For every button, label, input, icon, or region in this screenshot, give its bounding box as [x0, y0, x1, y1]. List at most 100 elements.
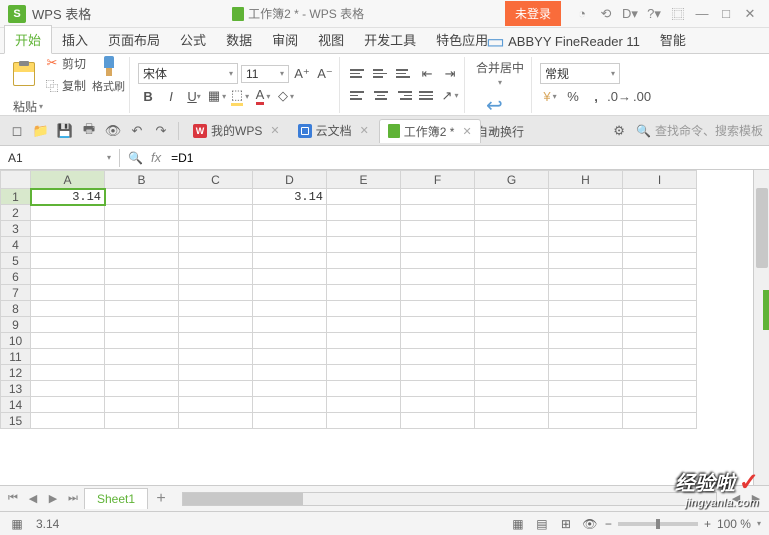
sheet-nav-last-icon[interactable]: ⏭ — [64, 490, 82, 508]
cell-C7[interactable] — [179, 285, 253, 301]
namebox-dropdown-icon[interactable]: ▾ — [107, 153, 111, 162]
cell-B13[interactable] — [105, 381, 179, 397]
open-icon[interactable]: 📁 — [30, 120, 52, 142]
cell-H9[interactable] — [549, 317, 623, 333]
column-header-G[interactable]: G — [475, 171, 549, 189]
undo-icon[interactable]: ↶ — [126, 120, 148, 142]
row-header-4[interactable]: 4 — [1, 237, 31, 253]
cell-F3[interactable] — [401, 221, 475, 237]
cell-E12[interactable] — [327, 365, 401, 381]
cell-B14[interactable] — [105, 397, 179, 413]
increase-decimal-icon[interactable]: .0→ — [609, 86, 629, 106]
print-icon[interactable]: 🖶 — [78, 120, 100, 142]
comma-button[interactable]: , — [586, 86, 606, 106]
cell-G4[interactable] — [475, 237, 549, 253]
add-sheet-icon[interactable]: + — [150, 488, 172, 510]
sheet-tab-active[interactable]: Sheet1 — [84, 488, 148, 509]
row-header-10[interactable]: 10 — [1, 333, 31, 349]
sync-icon[interactable]: ⟲ — [595, 3, 617, 25]
cell-H13[interactable] — [549, 381, 623, 397]
cell-E8[interactable] — [327, 301, 401, 317]
cell-D14[interactable] — [253, 397, 327, 413]
align-left-icon[interactable] — [348, 86, 368, 106]
cell-C1[interactable] — [179, 189, 253, 205]
cell-B3[interactable] — [105, 221, 179, 237]
cell-G8[interactable] — [475, 301, 549, 317]
name-box[interactable]: A1 ▾ — [0, 149, 120, 167]
cell-B10[interactable] — [105, 333, 179, 349]
sheet-nav-prev-icon[interactable]: ◀ — [24, 490, 42, 508]
cut-button[interactable]: ✂剪切 — [41, 53, 89, 74]
cell-style-button[interactable]: ◇ — [276, 86, 296, 106]
spreadsheet-grid[interactable]: ABCDEFGHI13.143.1423456789101112131415 — [0, 170, 769, 485]
cell-F11[interactable] — [401, 349, 475, 365]
cell-H11[interactable] — [549, 349, 623, 365]
cell-H6[interactable] — [549, 269, 623, 285]
menu-review[interactable]: 审阅 — [262, 26, 308, 53]
decrease-font-icon[interactable]: A⁻ — [315, 64, 335, 84]
cell-A5[interactable] — [31, 253, 105, 269]
cell-F13[interactable] — [401, 381, 475, 397]
view-break-icon[interactable]: ⊞ — [557, 515, 575, 533]
cell-G12[interactable] — [475, 365, 549, 381]
cell-F2[interactable] — [401, 205, 475, 221]
cell-A11[interactable] — [31, 349, 105, 365]
cell-D4[interactable] — [253, 237, 327, 253]
formula-input[interactable] — [169, 149, 569, 167]
close-tab-icon[interactable]: ✕ — [462, 125, 471, 138]
paste-button[interactable] — [10, 60, 38, 88]
menu-start[interactable]: 开始 — [4, 25, 52, 54]
row-header-7[interactable]: 7 — [1, 285, 31, 301]
cell-A2[interactable] — [31, 205, 105, 221]
menu-data[interactable]: 数据 — [216, 26, 262, 53]
cell-C9[interactable] — [179, 317, 253, 333]
align-justify-icon[interactable] — [417, 86, 437, 106]
cell-G6[interactable] — [475, 269, 549, 285]
cell-H10[interactable] — [549, 333, 623, 349]
column-header-A[interactable]: A — [31, 171, 105, 189]
cell-D5[interactable] — [253, 253, 327, 269]
help-icon[interactable]: ?▾ — [643, 3, 665, 25]
cell-I9[interactable] — [623, 317, 697, 333]
increase-indent-icon[interactable]: ⇥ — [440, 64, 460, 84]
cell-A3[interactable] — [31, 221, 105, 237]
cell-I12[interactable] — [623, 365, 697, 381]
cell-C8[interactable] — [179, 301, 253, 317]
view-page-icon[interactable]: ▤ — [533, 515, 551, 533]
cell-E3[interactable] — [327, 221, 401, 237]
status-sheet-icon[interactable]: ▦ — [8, 515, 26, 533]
cell-E10[interactable] — [327, 333, 401, 349]
cell-G11[interactable] — [475, 349, 549, 365]
zoom-slider[interactable] — [618, 522, 698, 526]
cell-I13[interactable] — [623, 381, 697, 397]
row-header-9[interactable]: 9 — [1, 317, 31, 333]
tab-workbook[interactable]: 工作簿2 *✕ — [379, 119, 481, 143]
cell-I6[interactable] — [623, 269, 697, 285]
cell-F1[interactable] — [401, 189, 475, 205]
close-tab-icon[interactable]: ✕ — [270, 124, 279, 137]
align-center-icon[interactable] — [371, 86, 391, 106]
side-panel-handle[interactable] — [763, 290, 769, 330]
sheet-nav-first-icon[interactable]: ⏮ — [4, 490, 22, 508]
close-icon[interactable]: ✕ — [739, 3, 761, 25]
cell-C11[interactable] — [179, 349, 253, 365]
fx-icon[interactable]: fx — [151, 150, 161, 165]
cell-F8[interactable] — [401, 301, 475, 317]
cell-H4[interactable] — [549, 237, 623, 253]
cell-D7[interactable] — [253, 285, 327, 301]
cell-E9[interactable] — [327, 317, 401, 333]
read-mode-icon[interactable]: 👁 — [581, 515, 599, 533]
cell-G1[interactable] — [475, 189, 549, 205]
cell-I8[interactable] — [623, 301, 697, 317]
tab-cloud[interactable]: 云文档✕ — [290, 119, 377, 142]
cell-D11[interactable] — [253, 349, 327, 365]
cell-E4[interactable] — [327, 237, 401, 253]
cell-I4[interactable] — [623, 237, 697, 253]
horizontal-scrollbar[interactable] — [182, 492, 717, 506]
cell-F10[interactable] — [401, 333, 475, 349]
row-header-12[interactable]: 12 — [1, 365, 31, 381]
cell-D3[interactable] — [253, 221, 327, 237]
redo-icon[interactable]: ↷ — [150, 120, 172, 142]
add-tab-icon[interactable]: + — [483, 120, 505, 142]
cell-B8[interactable] — [105, 301, 179, 317]
